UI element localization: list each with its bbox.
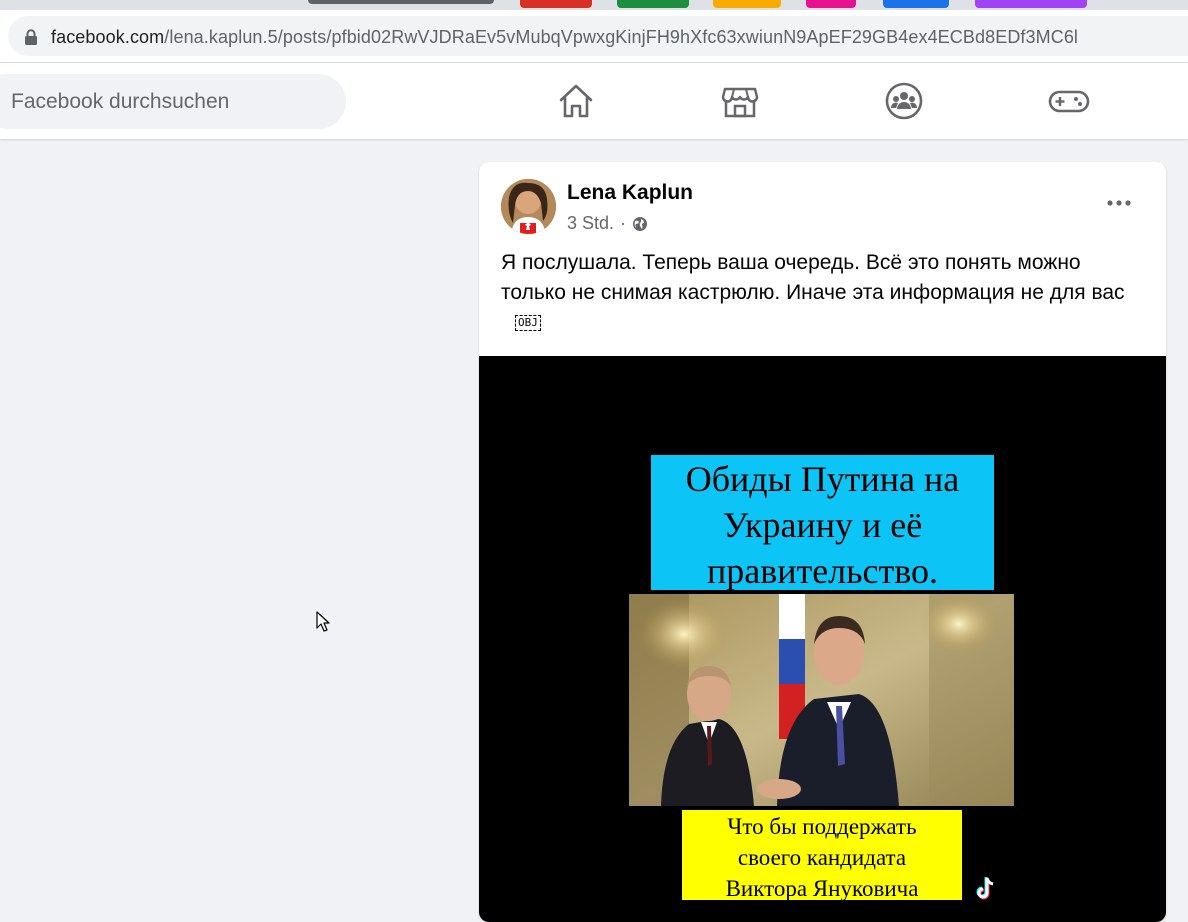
marketplace-icon[interactable] <box>720 81 760 121</box>
post-text: Я послушала. Теперь ваша очередь. Всё эт… <box>501 248 1151 338</box>
search-placeholder: Facebook durchsuchen <box>11 90 230 113</box>
profile-photo <box>501 179 556 234</box>
tiktok-icon <box>976 877 994 900</box>
video-caption-line: Виктора Януковича <box>725 876 919 901</box>
search-input[interactable]: Facebook durchsuchen <box>0 74 346 129</box>
post-video[interactable]: Обиды Путина на Украину и её правительст… <box>479 356 1166 922</box>
video-caption-line: своего кандидата <box>737 845 907 870</box>
browser-tab[interactable] <box>713 0 781 8</box>
video-title-line: Обиды Путина на <box>685 459 960 499</box>
more-options-icon[interactable] <box>1105 197 1135 209</box>
browser-tab-strip <box>0 0 1188 10</box>
mouse-cursor-icon <box>316 611 330 632</box>
post-timestamp[interactable]: 3 Std. <box>567 213 614 234</box>
browser-tab[interactable] <box>520 0 592 8</box>
facebook-top-nav: Facebook durchsuchen <box>0 63 1188 139</box>
meta-separator: · <box>620 213 627 233</box>
video-title-line: Украину и её <box>722 505 923 545</box>
browser-tab[interactable] <box>617 0 689 8</box>
post-body: Я послушала. Теперь ваша очередь. Всё эт… <box>501 251 1125 304</box>
url-text[interactable]: facebook.com/lena.kaplun.5/posts/pfbid02… <box>51 27 1078 48</box>
groups-icon[interactable] <box>884 81 924 121</box>
browser-tab[interactable] <box>975 0 1087 8</box>
video-photo <box>629 594 1014 806</box>
browser-tab[interactable] <box>308 0 494 4</box>
post-author-name[interactable]: Lena Kaplun <box>567 181 693 205</box>
home-icon[interactable] <box>556 81 596 121</box>
url-domain: facebook.com <box>51 27 165 47</box>
globe-icon[interactable] <box>632 216 648 232</box>
lock-icon[interactable] <box>24 29 38 45</box>
post-meta: 3 Std. · <box>567 213 648 234</box>
post-card: Lena Kaplun 3 Std. · Я послушала. Теперь… <box>479 162 1166 922</box>
video-title-banner: Обиды Путина на Украину и её правительст… <box>651 455 994 591</box>
url-path: /lena.kaplun.5/posts/pfbid02RwVJDRaEv5vM… <box>164 27 1079 47</box>
gaming-icon[interactable] <box>1048 81 1090 121</box>
browser-tab[interactable] <box>883 0 949 8</box>
video-caption-line: Что бы поддержать <box>727 814 917 839</box>
avatar[interactable] <box>501 179 556 234</box>
video-caption-banner: Что бы поддержать своего кандидата Викто… <box>682 810 962 901</box>
browser-tab[interactable] <box>806 0 856 8</box>
object-placeholder: OBJ <box>515 315 541 331</box>
browser-address-bar: facebook.com/lena.kaplun.5/posts/pfbid02… <box>0 10 1188 63</box>
video-title-line: правительство. <box>706 551 939 591</box>
